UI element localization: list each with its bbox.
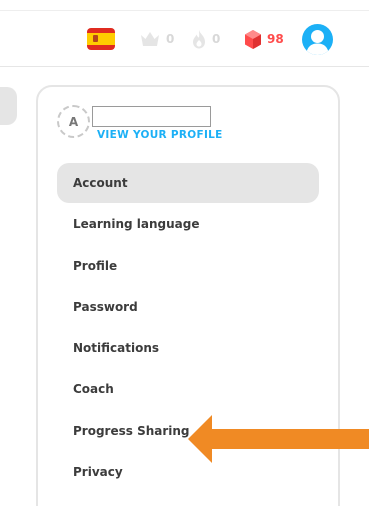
gem-counter[interactable]: 98	[244, 27, 284, 51]
person-silhouette-icon	[306, 30, 329, 55]
menu-item-coach[interactable]: Coach	[57, 369, 319, 409]
menu-item-notifications[interactable]: Notifications	[57, 328, 319, 368]
menu-item-label: Progress Sharing	[73, 424, 190, 438]
profile-avatar[interactable]: A	[57, 105, 90, 138]
header-divider	[0, 66, 369, 67]
streak-counter[interactable]: 0	[191, 27, 220, 51]
menu-item-profile[interactable]: Profile	[57, 246, 319, 286]
gem-icon	[245, 29, 261, 49]
spain-flag-icon[interactable]	[87, 28, 115, 50]
user-avatar-icon[interactable]	[302, 24, 333, 55]
streak-count: 0	[212, 32, 221, 46]
gem-count: 98	[267, 32, 284, 46]
top-divider	[0, 10, 369, 11]
menu-item-password[interactable]: Password	[57, 287, 319, 327]
avatar-initial: A	[68, 114, 79, 129]
top-bar: 0 0 98	[0, 0, 369, 67]
arrow-left-icon	[188, 415, 369, 463]
menu-item-label: Password	[73, 300, 138, 314]
crown-counter[interactable]: 0	[139, 27, 174, 51]
flame-icon	[193, 30, 205, 49]
crown-icon	[141, 32, 159, 46]
menu-item-label: Privacy	[73, 465, 123, 479]
menu-item-label: Coach	[73, 382, 114, 396]
menu-item-label: Profile	[73, 259, 118, 273]
crown-count: 0	[166, 32, 175, 46]
menu-item-label: Notifications	[73, 341, 160, 355]
username-field[interactable]	[92, 106, 211, 127]
menu-item-label: Learning language	[73, 217, 200, 231]
menu-item-account[interactable]: Account	[57, 163, 319, 203]
menu-item-learning-language[interactable]: Learning language	[57, 204, 319, 244]
view-profile-link[interactable]: VIEW YOUR PROFILE	[97, 129, 223, 141]
menu-item-label: Account	[73, 176, 128, 190]
left-panel-edge	[0, 87, 17, 125]
